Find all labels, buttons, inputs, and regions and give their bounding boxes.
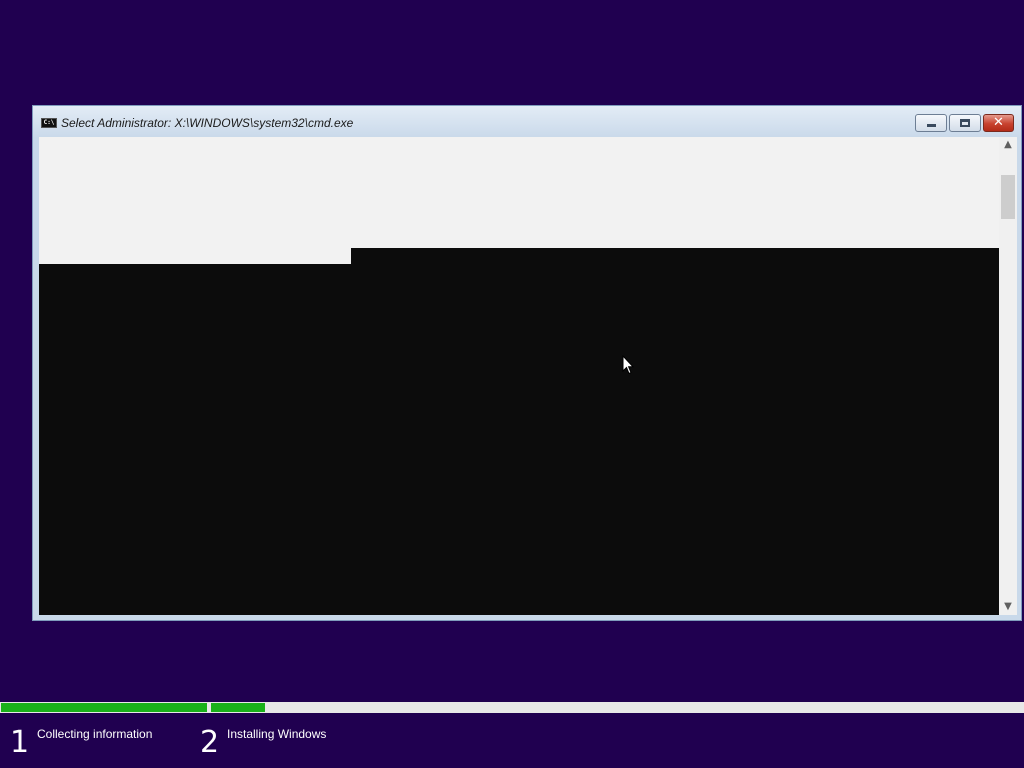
cmd-window[interactable]: C:\ Select Administrator: X:\WINDOWS\sys… (32, 105, 1022, 621)
scroll-thumb[interactable] (1001, 175, 1015, 219)
console-highlight-block (39, 248, 351, 264)
step-number: 1 (10, 725, 30, 760)
scroll-down-arrow-icon[interactable]: ▼ (999, 599, 1017, 615)
progress-segment-collecting (0, 702, 208, 713)
progress-segment-installing (210, 702, 1024, 713)
console-output[interactable] (39, 137, 999, 615)
close-button[interactable]: ✕ (983, 114, 1014, 132)
console-highlight-block (39, 137, 999, 248)
scroll-up-arrow-icon[interactable]: ▲ (999, 137, 1017, 153)
minimize-icon (927, 124, 936, 127)
progress-fill-installing (211, 703, 265, 712)
maximize-icon (960, 119, 970, 127)
step-number: 2 (200, 725, 220, 760)
setup-progress-bar (0, 702, 1024, 713)
mouse-cursor-icon (622, 355, 634, 375)
step-label: Collecting information (37, 727, 153, 741)
window-titlebar[interactable]: C:\ Select Administrator: X:\WINDOWS\sys… (33, 106, 1021, 138)
window-title: Select Administrator: X:\WINDOWS\system3… (61, 116, 354, 130)
minimize-button[interactable] (915, 114, 947, 132)
close-icon: ✕ (993, 115, 1004, 130)
progress-fill-collecting (1, 703, 207, 712)
console-icon: C:\ (41, 118, 57, 128)
maximize-button[interactable] (949, 114, 981, 132)
vertical-scrollbar[interactable]: ▲ ▼ (999, 137, 1017, 615)
step-label: Installing Windows (227, 727, 327, 741)
